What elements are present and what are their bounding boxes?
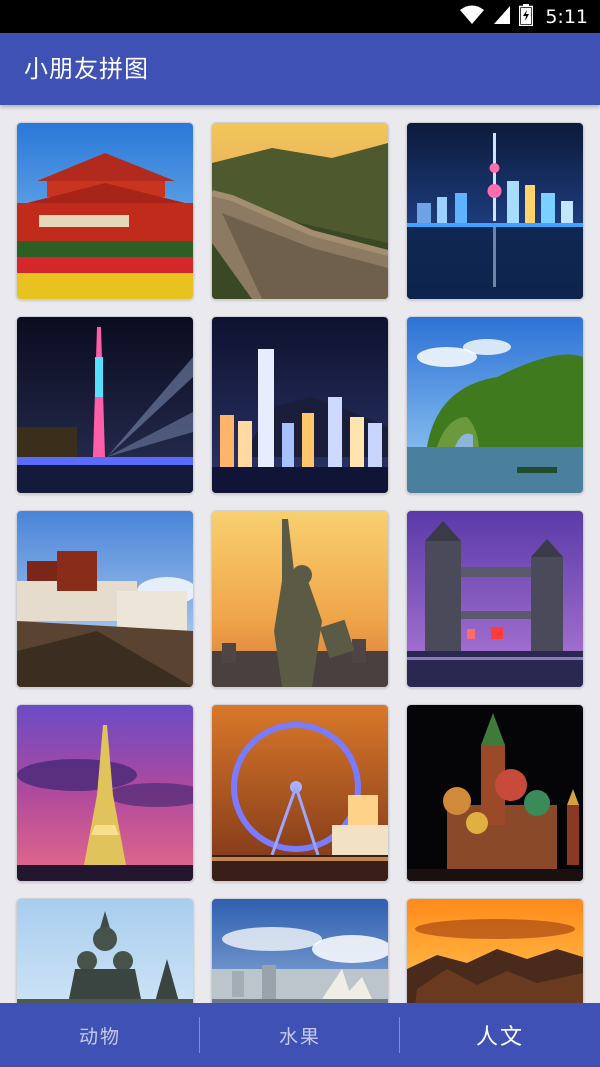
tab-fruits-label: 水果 [278,1025,321,1048]
tile-canton-tower[interactable] [16,316,194,494]
tab-culture-label: 人文 [475,1025,524,1050]
tile-wooden-church[interactable] [16,898,194,1003]
status-time: 5:11 [545,5,588,28]
app-screen: 5:11 小朋友拼图 动物 水果 人文 [0,0,600,1067]
puzzle-image-grid[interactable] [0,105,600,1003]
tile-elephant-trunk-hill[interactable] [406,316,584,494]
tile-statue-of-liberty[interactable] [211,510,389,688]
status-bar: 5:11 [0,0,600,33]
tile-eiffel-tower[interactable] [16,704,194,882]
statue-of-liberty-image [212,511,388,687]
shanghai-skyline-image [407,123,583,299]
tab-animals[interactable]: 动物 [0,1003,200,1067]
tile-potala-palace[interactable] [16,510,194,688]
tile-saint-basils-cathedral[interactable] [406,704,584,882]
sunset-village-image [407,899,583,1003]
status-icons: 5:11 [459,0,588,33]
wooden-church-image [17,899,193,1003]
tiananmen-image [17,123,193,299]
app-bar: 小朋友拼图 [0,33,600,105]
tab-fruits[interactable]: 水果 [200,1003,400,1067]
tile-sydney-opera-house[interactable] [211,898,389,1003]
app-title: 小朋友拼图 [24,55,149,83]
tile-hong-kong-skyline[interactable] [211,316,389,494]
saint-basils-cathedral-image [407,705,583,881]
tile-tiananmen[interactable] [16,122,194,300]
tab-culture[interactable]: 人文 [400,1003,600,1067]
elephant-trunk-hill-image [407,317,583,493]
canton-tower-image [17,317,193,493]
hong-kong-skyline-image [212,317,388,493]
battery-charging-icon [519,3,534,30]
bottom-navigation: 动物 水果 人文 [0,1003,600,1067]
tile-great-wall[interactable] [211,122,389,300]
tile-sunset-village[interactable] [406,898,584,1003]
tower-bridge-image [407,511,583,687]
london-eye-image [212,705,388,881]
sydney-opera-house-image [212,899,388,1003]
wifi-icon [459,5,485,29]
potala-palace-image [17,511,193,687]
great-wall-image [212,123,388,299]
tab-animals-label: 动物 [78,1025,121,1048]
tile-london-eye[interactable] [211,704,389,882]
tile-tower-bridge[interactable] [406,510,584,688]
signal-icon [493,5,511,29]
eiffel-tower-image [17,705,193,881]
tile-shanghai-skyline[interactable] [406,122,584,300]
